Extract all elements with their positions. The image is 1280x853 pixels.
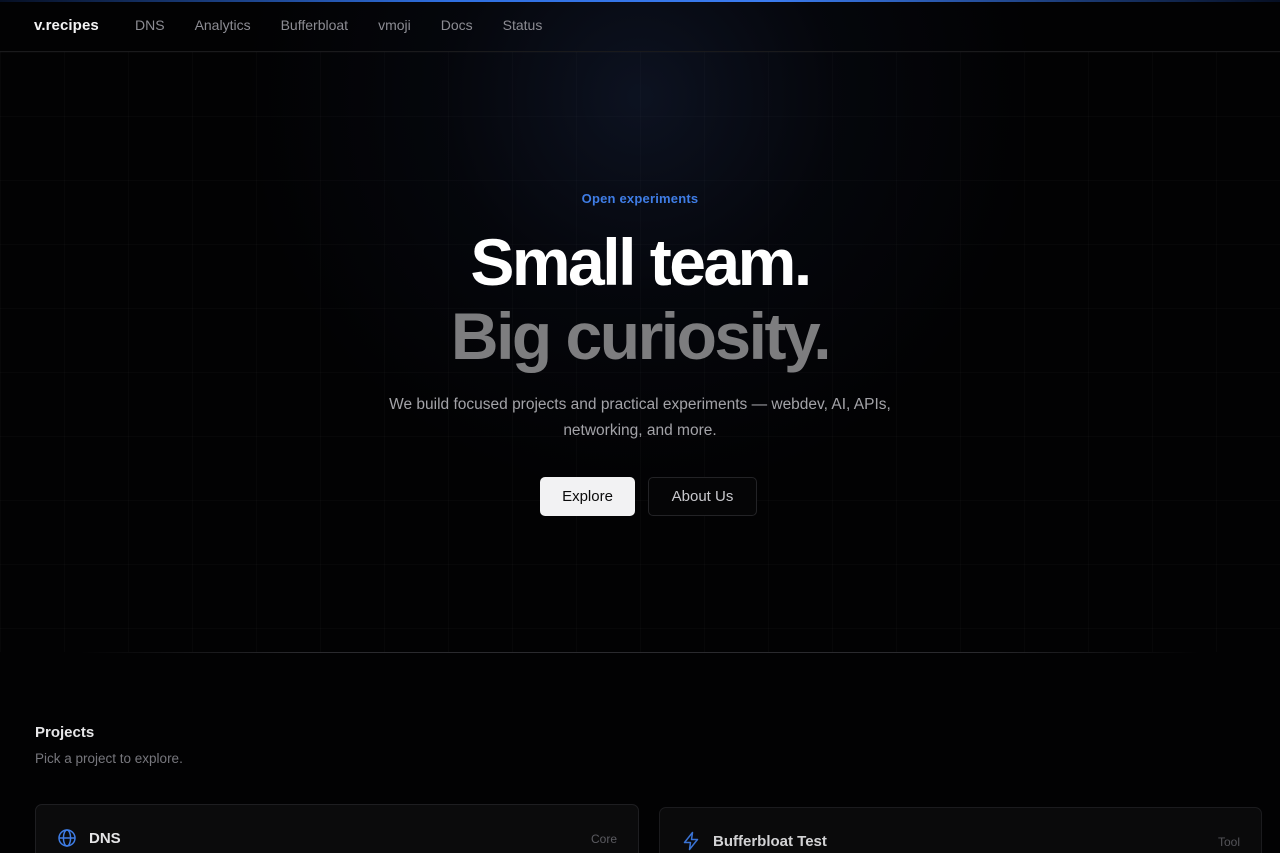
lightning-icon [681, 831, 701, 851]
hero-subtitle: We build focused projects and practical … [389, 396, 891, 439]
nav-link-vmoji[interactable]: vmoji [378, 17, 411, 33]
globe-icon [57, 828, 77, 848]
hero-headline-line2: Big curiosity. [450, 299, 832, 373]
explore-button[interactable]: Explore [540, 477, 635, 516]
nav-links: DNS Analytics Bufferbloat vmoji Docs Sta… [135, 17, 572, 33]
nav-link-status[interactable]: Status [503, 17, 543, 33]
project-card-title: Bufferbloat Test [713, 833, 827, 850]
page: v.recipes DNS Analytics Bufferbloat vmoj… [0, 0, 1280, 853]
top-nav: v.recipes DNS Analytics Bufferbloat vmoj… [0, 2, 1280, 52]
hero-buttons: Explore About Us [540, 477, 757, 516]
project-card-dns[interactable]: DNS Core [35, 804, 639, 853]
hero-headline-line1: Small team. [470, 225, 812, 299]
section-divider [80, 652, 1200, 653]
nav-link-docs[interactable]: Docs [441, 17, 473, 33]
hero-eyebrow: Open experiments [581, 191, 699, 206]
project-card-bufferbloat[interactable]: Bufferbloat Test Tool [659, 807, 1262, 853]
project-card-title: DNS [89, 830, 121, 847]
project-card-tag: Tool [1217, 835, 1240, 849]
about-us-button[interactable]: About Us [648, 477, 757, 516]
nav-link-dns[interactable]: DNS [135, 17, 165, 33]
brand-logo[interactable]: v.recipes [34, 17, 99, 34]
project-card-tag: Core [590, 832, 617, 846]
projects-subtitle: Pick a project to explore. [35, 751, 183, 766]
nav-link-bufferbloat[interactable]: Bufferbloat [281, 17, 348, 33]
nav-link-analytics[interactable]: Analytics [195, 17, 251, 33]
projects-title: Projects [35, 724, 95, 741]
